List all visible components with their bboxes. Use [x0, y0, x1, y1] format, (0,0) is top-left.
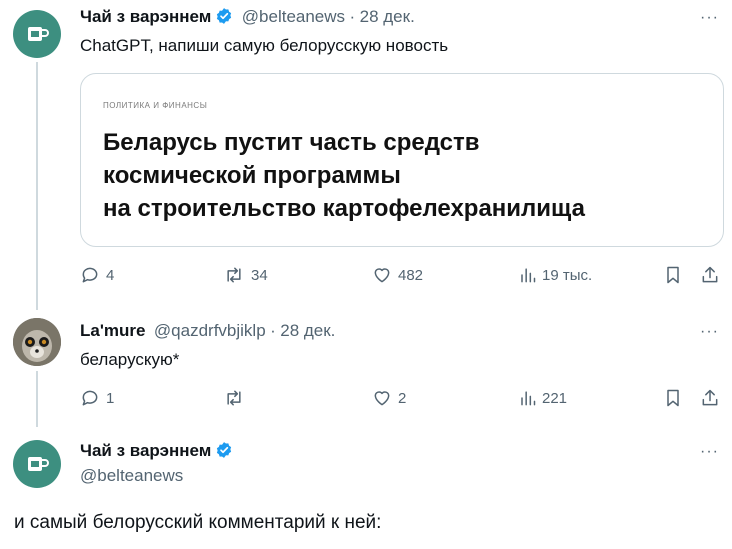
bookmark-icon: [667, 389, 679, 407]
headline-line: космической программы: [103, 162, 401, 189]
like-count: 482: [398, 266, 424, 284]
tweet-text: и самый белорусский комментарий к ней:: [14, 512, 382, 533]
author-handle[interactable]: @qazdrfvbjiklp: [154, 321, 266, 340]
bookmark-button[interactable]: [664, 388, 682, 413]
reply-count: 4: [106, 266, 115, 284]
tweet-date[interactable]: 28 дек.: [280, 321, 335, 340]
share-icon: [702, 389, 718, 406]
verified-badge-icon: [215, 7, 233, 30]
retweet-button[interactable]: [223, 388, 251, 408]
avatar[interactable]: [13, 318, 61, 366]
avatar[interactable]: [13, 440, 61, 488]
verified-badge-icon: [215, 441, 233, 464]
teacup-logo-icon: [28, 457, 49, 471]
more-options-button[interactable]: ···: [700, 323, 719, 341]
thread-line: [36, 62, 38, 310]
tweet-header: Чай з варэннем @belteanews · 28 дек.: [80, 7, 415, 30]
like-count: 2: [398, 389, 407, 407]
views-count: 19 тыс.: [542, 266, 593, 284]
lemur-photo-icon: [13, 318, 61, 366]
reply-count: 1: [106, 389, 115, 407]
author-name[interactable]: La'mure: [80, 321, 145, 340]
author-handle[interactable]: @belteanews: [80, 466, 183, 486]
tweet-text: беларускую*: [80, 350, 180, 369]
views-chart-icon: [521, 268, 536, 283]
retweet-count: 34: [251, 266, 268, 284]
share-button[interactable]: [700, 388, 720, 413]
retweet-icon: [227, 267, 241, 283]
author-name[interactable]: Чай з варэннем: [80, 441, 211, 460]
separator-dot: ·: [349, 7, 356, 26]
bookmark-button[interactable]: [664, 265, 682, 290]
like-button[interactable]: 482: [372, 265, 423, 285]
tweet-date[interactable]: 28 дек.: [360, 7, 415, 26]
card-headline: Беларусь пустит часть средств космическо…: [103, 126, 585, 225]
tweet-header: La'mure @qazdrfvbjiklp · 28 дек.: [80, 321, 335, 341]
card-kicker: ПОЛИТИКА И ФИНАНСЫ: [103, 101, 208, 110]
avatar[interactable]: [13, 10, 61, 58]
reply-button[interactable]: 4: [80, 265, 114, 285]
author-handle[interactable]: @belteanews: [242, 7, 345, 26]
author-name[interactable]: Чай з варэннем: [80, 7, 211, 26]
retweet-button[interactable]: 34: [223, 265, 268, 285]
heart-icon: [374, 268, 390, 283]
more-options-button[interactable]: ···: [700, 443, 719, 461]
retweet-icon: [227, 390, 241, 406]
views-button[interactable]: 19 тыс.: [518, 265, 592, 285]
reply-button[interactable]: 1: [80, 388, 114, 408]
share-button[interactable]: [700, 265, 720, 290]
reply-icon: [82, 267, 98, 283]
views-button[interactable]: 221: [518, 388, 567, 408]
headline-line: Беларусь пустит часть средств: [103, 129, 480, 156]
more-options-button[interactable]: ···: [700, 9, 719, 27]
views-count: 221: [542, 389, 568, 407]
views-chart-icon: [521, 391, 536, 406]
like-button[interactable]: 2: [372, 388, 406, 408]
tweet-text: ChatGPT, напиши самую белорусскую новост…: [80, 36, 449, 55]
thread-line: [36, 371, 38, 427]
teacup-logo-icon: [28, 27, 49, 41]
separator-dot: ·: [270, 321, 276, 340]
tweet-header: Чай з варэннем: [80, 441, 233, 464]
heart-icon: [374, 391, 390, 406]
reply-icon: [82, 390, 98, 406]
share-icon: [702, 266, 718, 283]
headline-line: на строительство картофелехранилища: [103, 195, 585, 222]
link-card[interactable]: ПОЛИТИКА И ФИНАНСЫ Беларусь пустит часть…: [80, 73, 724, 247]
bookmark-icon: [667, 266, 679, 284]
